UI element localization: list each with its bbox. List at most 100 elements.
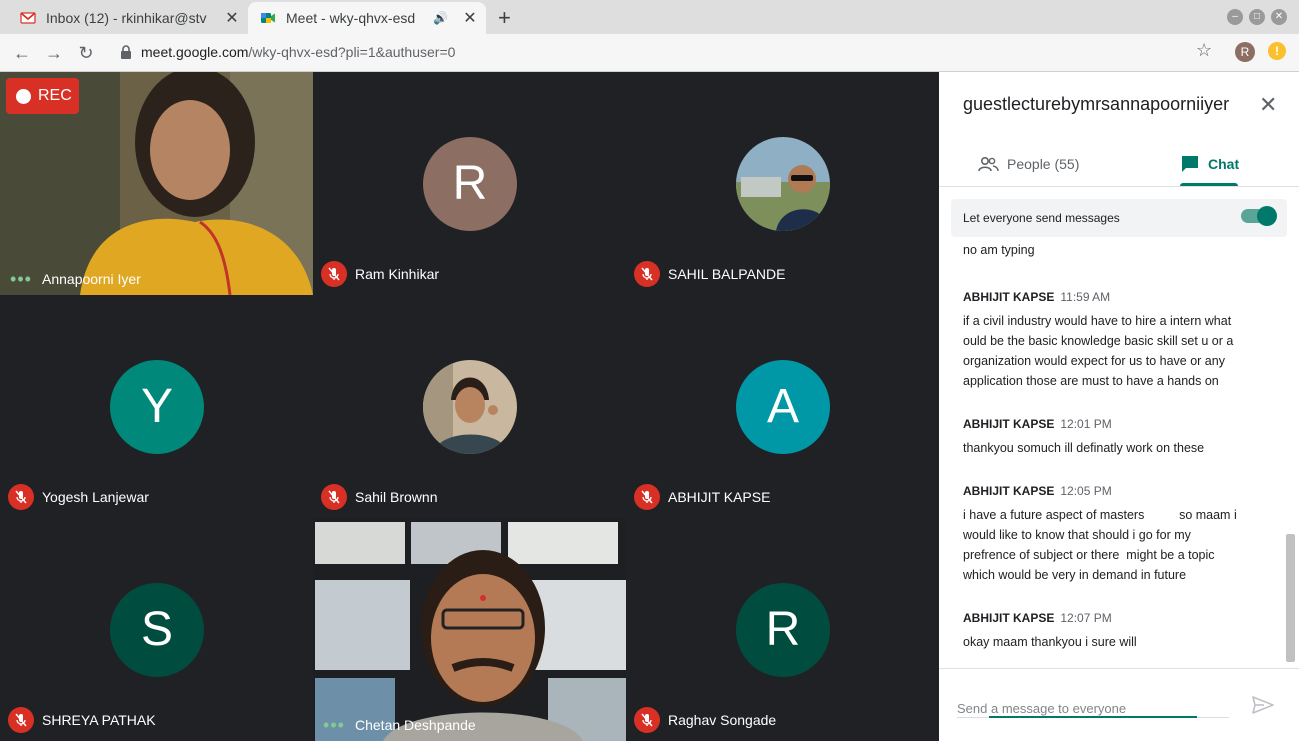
profile-avatar[interactable]: R	[1235, 42, 1255, 62]
message-text: no am typing	[963, 243, 1035, 257]
close-tab-icon[interactable]: ✕	[460, 8, 480, 28]
chat-messages: no am typing ABHIJIT KAPSE 11:59 AM if a …	[939, 242, 1284, 667]
participant-nameplate: Raghav Songade	[634, 707, 776, 733]
browser-tab-bar: Inbox (12) - rkinhikar@stv ✕ Meet - wky-…	[0, 0, 1299, 34]
participant-nameplate: SAHIL BALPANDE	[634, 261, 786, 287]
chat-icon	[1182, 156, 1198, 172]
mic-off-icon	[634, 261, 660, 287]
message-line: if a civil industry would have to hire a…	[963, 314, 1232, 328]
toggle-knob	[1257, 206, 1277, 226]
send-icon[interactable]	[1252, 696, 1274, 714]
participant-avatar: R	[736, 583, 830, 677]
send-messages-setting: Let everyone send messages	[951, 199, 1287, 237]
message-sender: ABHIJIT KAPSE	[963, 417, 1055, 431]
divider	[939, 186, 1299, 187]
message-time: 12:05 PM	[1060, 484, 1112, 498]
back-arrow-icon[interactable]: ←	[9, 40, 35, 66]
video-grid: REC ••• Annapoorni Iyer R Ram Kinhikar S…	[0, 72, 939, 741]
participant-nameplate: ABHIJIT KAPSE	[634, 484, 770, 510]
message-line: okay maam thankyou i sure will	[963, 635, 1137, 649]
participant-nameplate: ••• Chetan Deshpande	[321, 715, 476, 735]
send-messages-toggle[interactable]	[1241, 206, 1277, 226]
toggle-label: Let everyone send messages	[963, 211, 1120, 225]
participant-avatar: Y	[110, 360, 204, 454]
chat-message: ABHIJIT KAPSE 12:05 PM i have a future as…	[963, 484, 1263, 585]
participant-photo	[423, 360, 517, 454]
participant-name: SHREYA PATHAK	[42, 712, 156, 728]
participant-tile[interactable]: Y Yogesh Lanjewar	[0, 295, 313, 518]
extension-warning-icon[interactable]: !	[1268, 42, 1286, 60]
participant-nameplate: Ram Kinhikar	[321, 261, 439, 287]
participant-name: SAHIL BALPANDE	[668, 266, 786, 282]
tab-gmail-inbox[interactable]: Inbox (12) - rkinhikar@stv ✕	[8, 2, 248, 34]
close-panel-icon[interactable]: ✕	[1259, 92, 1277, 118]
new-tab-button[interactable]: +	[498, 5, 511, 31]
mic-off-icon	[321, 484, 347, 510]
input-focus-underline	[989, 716, 1197, 718]
participant-tile[interactable]: A ABHIJIT KAPSE	[626, 295, 939, 518]
reload-icon[interactable]: ↻	[73, 40, 99, 66]
tab-people-label: People (55)	[1007, 156, 1080, 172]
speaking-indicator-icon: •••	[323, 715, 345, 735]
mic-off-icon	[634, 707, 660, 733]
google-meet-icon	[261, 13, 275, 23]
close-tab-icon[interactable]: ✕	[222, 8, 242, 28]
participant-nameplate: ••• Annapoorni Iyer	[8, 269, 141, 289]
participant-photo	[736, 137, 830, 231]
people-icon	[978, 156, 999, 172]
bookmark-star-icon[interactable]: ☆	[1196, 40, 1212, 61]
message-line: organization would expect for us to have…	[963, 354, 1225, 368]
url-host: meet.google.com	[141, 44, 249, 60]
participant-tile[interactable]: REC ••• Annapoorni Iyer	[0, 72, 313, 295]
forward-arrow-icon[interactable]: →	[41, 40, 67, 66]
chat-scrollbar-thumb[interactable]	[1286, 534, 1295, 662]
mic-off-icon	[321, 261, 347, 287]
chat-message: ABHIJIT KAPSE 12:07 PM okay maam thankyou…	[963, 611, 1263, 652]
participant-avatar: S	[110, 583, 204, 677]
tab-google-meet[interactable]: Meet - wky-qhvx-esd 🔊 ✕	[248, 2, 486, 34]
tab-chat[interactable]: Chat	[1180, 142, 1239, 186]
participant-tile[interactable]: R Raghav Songade	[626, 518, 939, 741]
message-time: 12:01 PM	[1060, 417, 1112, 431]
chat-message: ABHIJIT KAPSE 11:59 AM if a civil industr…	[963, 290, 1263, 391]
chat-message-partial: no am typing	[963, 242, 1263, 260]
minimize-icon[interactable]: –	[1227, 9, 1243, 25]
divider	[939, 668, 1299, 669]
maximize-icon[interactable]: □	[1249, 9, 1265, 25]
message-time: 12:07 PM	[1060, 611, 1112, 625]
participant-name: ABHIJIT KAPSE	[668, 489, 771, 505]
message-line: thankyou somuch ill definatly work on th…	[963, 441, 1205, 455]
participant-video	[313, 518, 626, 741]
message-line: ould be the basic knowledge basic skill …	[963, 334, 1234, 348]
message-line: prefrence of subject or there might be a…	[963, 548, 1215, 562]
lock-icon[interactable]	[119, 43, 133, 63]
message-sender: ABHIJIT KAPSE	[963, 484, 1055, 498]
participant-tile[interactable]: SAHIL BALPANDE	[626, 72, 939, 295]
window-controls: – □ ✕	[1227, 9, 1287, 25]
mic-off-icon	[8, 707, 34, 733]
url-field[interactable]: meet.google.com/wky-qhvx-esd?pli=1&authu…	[141, 44, 455, 60]
speaking-indicator-icon: •••	[10, 269, 32, 289]
message-sender: ABHIJIT KAPSE	[963, 611, 1055, 625]
audio-playing-icon[interactable]: 🔊	[433, 11, 448, 25]
tab-title: Inbox (12) - rkinhikar@stv	[46, 10, 207, 26]
participant-name: Yogesh Lanjewar	[42, 489, 149, 505]
participant-tile[interactable]: ••• Chetan Deshpande	[313, 518, 626, 741]
message-sender: ABHIJIT KAPSE	[963, 290, 1055, 304]
url-path: /wky-qhvx-esd?pli=1&authuser=0	[248, 44, 456, 60]
participant-avatar: A	[736, 360, 830, 454]
chat-panel: guestlecturebymrsannapoorniiyer ✕ People…	[939, 72, 1299, 741]
participant-tile[interactable]: R Ram Kinhikar	[313, 72, 626, 295]
recording-indicator: REC	[6, 78, 79, 114]
meeting-title: guestlecturebymrsannapoorniiyer	[963, 94, 1230, 114]
tab-people[interactable]: People (55)	[977, 142, 1079, 186]
close-window-icon[interactable]: ✕	[1271, 9, 1287, 25]
participant-avatar: R	[423, 137, 517, 231]
chat-message: ABHIJIT KAPSE 12:01 PM thankyou somuch il…	[963, 417, 1263, 458]
participant-tile[interactable]: Sahil Brownn	[313, 295, 626, 518]
participant-nameplate: Sahil Brownn	[321, 484, 438, 510]
record-dot-icon	[16, 88, 31, 104]
participant-name: Chetan Deshpande	[355, 717, 476, 733]
participant-tile[interactable]: S SHREYA PATHAK	[0, 518, 313, 741]
participant-name: Ram Kinhikar	[355, 266, 440, 282]
